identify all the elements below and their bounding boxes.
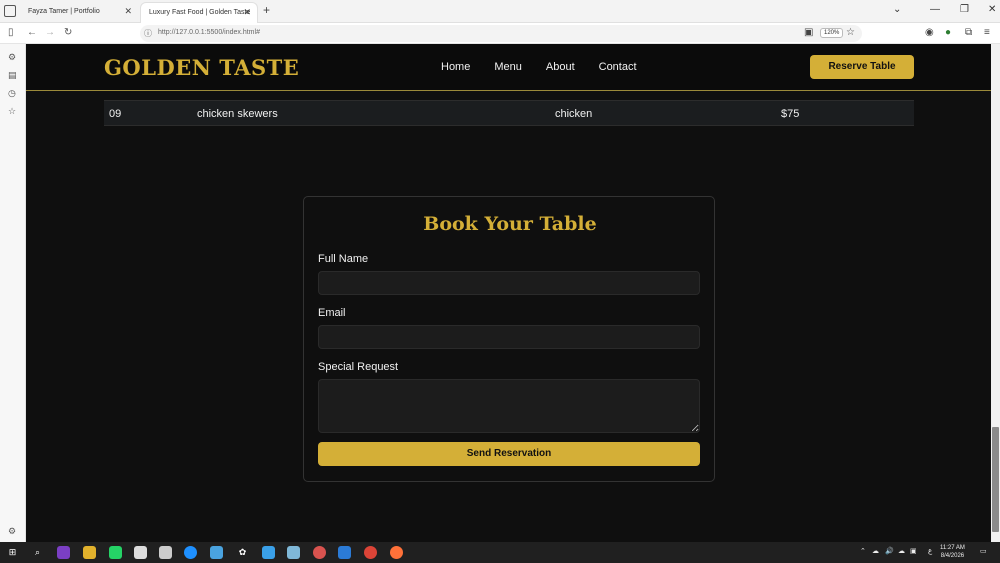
send-reservation-button[interactable]: Send Reservation <box>318 442 700 466</box>
cell-name: chicken skewers <box>197 108 278 120</box>
vscode-icon[interactable] <box>338 546 351 559</box>
settings-icon[interactable]: ⚙ <box>8 526 16 537</box>
edge-icon[interactable] <box>184 546 197 559</box>
close-tab-icon[interactable]: ✕ <box>243 7 251 18</box>
site-info-icon[interactable]: ⓘ <box>144 28 152 39</box>
page-viewport: GOLDEN TASTE Home Menu About Contact Res… <box>26 44 991 542</box>
special-request-label: Special Request <box>318 361 399 373</box>
restore-icon[interactable]: ❐ <box>960 4 969 15</box>
full-name-label: Full Name <box>318 253 369 265</box>
volume-icon[interactable]: 🔊 <box>885 547 894 555</box>
tab-title: Luxury Fast Food | Golden Taste <box>149 9 251 16</box>
cloud-icon[interactable]: ☁ <box>898 547 905 555</box>
firefox-icon[interactable] <box>390 546 403 559</box>
cell-number: 09 <box>109 108 122 120</box>
taskbar: ⊞ ⌕ ✿ ⌃ ☁ 🔊 ☁ ▣ ع 11:27 AM 8/4/2026 ▭ <box>0 542 1000 563</box>
time: 11:27 AM <box>940 545 965 551</box>
tab-title: Fayza Tamer | Portfolio <box>28 8 100 15</box>
chrome-icon[interactable] <box>364 546 377 559</box>
nav-home[interactable]: Home <box>441 61 470 73</box>
star-icon[interactable]: ☆ <box>846 27 855 38</box>
photos-icon[interactable] <box>262 546 275 559</box>
visual-studio-icon[interactable] <box>57 546 70 559</box>
browser-sidebar: ⚙ ▤ ◷ ☆ ⚙ <box>0 44 26 542</box>
chevron-up-icon[interactable]: ⌃ <box>860 547 866 555</box>
ai-chat-icon[interactable]: ⚙ <box>8 52 16 63</box>
date: 8/4/2026 <box>940 553 965 559</box>
back-icon[interactable]: ← <box>27 27 37 38</box>
extensions-icon[interactable]: ⧉ <box>965 27 972 38</box>
scrollbar-thumb[interactable] <box>992 427 999 532</box>
chevron-down-icon[interactable]: ⌄ <box>893 4 901 15</box>
store-icon[interactable] <box>159 546 172 559</box>
minimize-icon[interactable]: — <box>930 4 940 15</box>
reserve-table-button[interactable]: Reserve Table <box>810 55 914 79</box>
file-explorer-icon[interactable] <box>83 546 96 559</box>
cell-price: $75 <box>781 108 800 120</box>
menu-icon[interactable]: ≡ <box>984 27 990 38</box>
special-request-textarea[interactable] <box>318 379 700 433</box>
zoom-level[interactable]: 120% <box>820 28 844 38</box>
app-icon[interactable] <box>287 546 300 559</box>
copilot-icon[interactable] <box>210 546 223 559</box>
taskbar-clock[interactable]: 11:27 AM 8/4/2026 <box>940 544 965 560</box>
app-tray-icon[interactable]: ▣ <box>910 547 917 555</box>
browser-tab-bar: Fayza Tamer | Portfolio ✕ Luxury Fast Fo… <box>0 0 1000 23</box>
windows-start-icon[interactable]: ⊞ <box>6 546 19 559</box>
nav-about[interactable]: About <box>546 61 575 73</box>
nav-menu[interactable]: Menu <box>494 61 522 73</box>
email-input[interactable] <box>318 325 700 349</box>
history-icon[interactable]: ◷ <box>8 88 16 99</box>
tab-portfolio[interactable]: Fayza Tamer | Portfolio ✕ <box>20 2 138 23</box>
sidebar-toggle-icon[interactable]: ▯ <box>8 27 14 38</box>
new-tab-icon[interactable]: + <box>263 3 270 17</box>
close-tab-icon[interactable]: ✕ <box>124 6 132 17</box>
close-window-icon[interactable]: ✕ <box>988 4 996 15</box>
cell-category: chicken <box>555 108 593 120</box>
full-name-input[interactable] <box>318 271 700 295</box>
extension-icon[interactable]: ● <box>945 27 951 38</box>
main-nav: Home Menu About Contact <box>441 61 637 73</box>
search-icon[interactable]: ⌕ <box>31 546 44 559</box>
bookmarks-icon[interactable]: ☆ <box>8 106 16 117</box>
workspaces-icon[interactable] <box>4 5 16 17</box>
chatgpt-icon[interactable]: ✿ <box>236 546 249 559</box>
form-title: Book Your Table <box>423 213 597 235</box>
onedrive-icon[interactable]: ☁ <box>872 547 879 555</box>
notification-icon[interactable]: ▭ <box>980 547 987 555</box>
reservation-form: Book Your Table Full Name Email Special … <box>303 196 715 482</box>
email-label: Email <box>318 307 346 319</box>
tab-golden-taste[interactable]: Luxury Fast Food | Golden Taste ✕ <box>140 2 258 23</box>
reload-icon[interactable]: ↻ <box>64 27 72 38</box>
reader-icon[interactable]: ▣ <box>804 27 813 38</box>
url-text: http://127.0.0.1:5500/index.html# <box>158 29 260 36</box>
notepad-icon[interactable] <box>134 546 147 559</box>
site-header: GOLDEN TASTE Home Menu About Contact Res… <box>26 44 991 91</box>
page-scrollbar[interactable] <box>991 44 1000 542</box>
forward-icon[interactable]: → <box>45 27 55 38</box>
whatsapp-icon[interactable] <box>109 546 122 559</box>
url-field[interactable]: ⓘ http://127.0.0.1:5500/index.html# <box>140 25 862 42</box>
browser-address-bar: ▯ ← → ↻ ⓘ http://127.0.0.1:5500/index.ht… <box>0 23 1000 44</box>
tabs-icon[interactable]: ▤ <box>8 70 17 81</box>
table-row: 09 chicken skewers chicken $75 <box>104 100 914 126</box>
account-icon[interactable]: ◉ <box>925 27 934 38</box>
nav-contact[interactable]: Contact <box>599 61 637 73</box>
language-icon[interactable]: ع <box>928 547 932 555</box>
app-icon[interactable] <box>313 546 326 559</box>
site-logo[interactable]: GOLDEN TASTE <box>104 55 299 80</box>
